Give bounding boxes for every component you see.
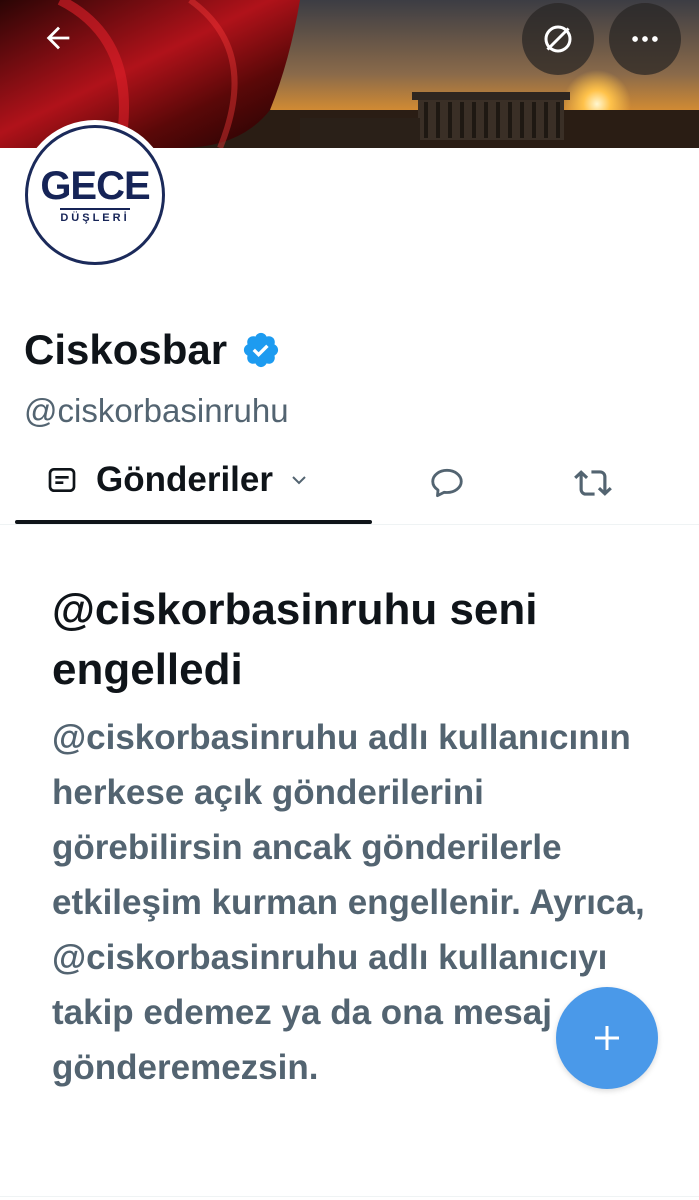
display-name-text: Ciskosbar [24,326,228,373]
bottom-divider [0,1196,699,1197]
more-horizontal-icon [632,36,658,42]
compose-button[interactable] [556,987,658,1089]
reply-bubble-icon [431,468,463,498]
avatar-logo-sub: DÜŞLERİ [60,208,130,224]
plus-icon [595,1026,619,1050]
blocked-circle-icon [544,25,572,53]
avatar[interactable]: GECE DÜŞLERİ [20,120,170,270]
tab-posts[interactable]: Gönderiler [46,460,311,500]
back-button[interactable] [22,2,94,74]
blocked-status-button[interactable] [522,3,594,75]
repost-icon [574,470,612,496]
verified-badge-icon[interactable] [241,330,281,370]
tabs-divider [0,524,699,525]
posts-icon [48,468,76,492]
profile-handle: @ciskorbasinruhu [24,392,289,429]
profile-tabs: Gönderiler [0,450,699,525]
tab-posts-label: Gönderiler [96,460,273,499]
more-button[interactable] [609,3,681,75]
avatar-logo-main: GECE [40,164,150,208]
chevron-down-icon[interactable] [287,468,311,492]
avatar-logo: GECE DÜŞLERİ [25,125,165,265]
blocked-title: @ciskorbasinruhu seni engelledi [52,585,538,694]
display-name: Ciskosbar [24,326,281,374]
tab-reposts[interactable] [574,464,612,506]
tab-replies[interactable] [428,464,466,506]
arrow-left-icon [46,26,70,50]
